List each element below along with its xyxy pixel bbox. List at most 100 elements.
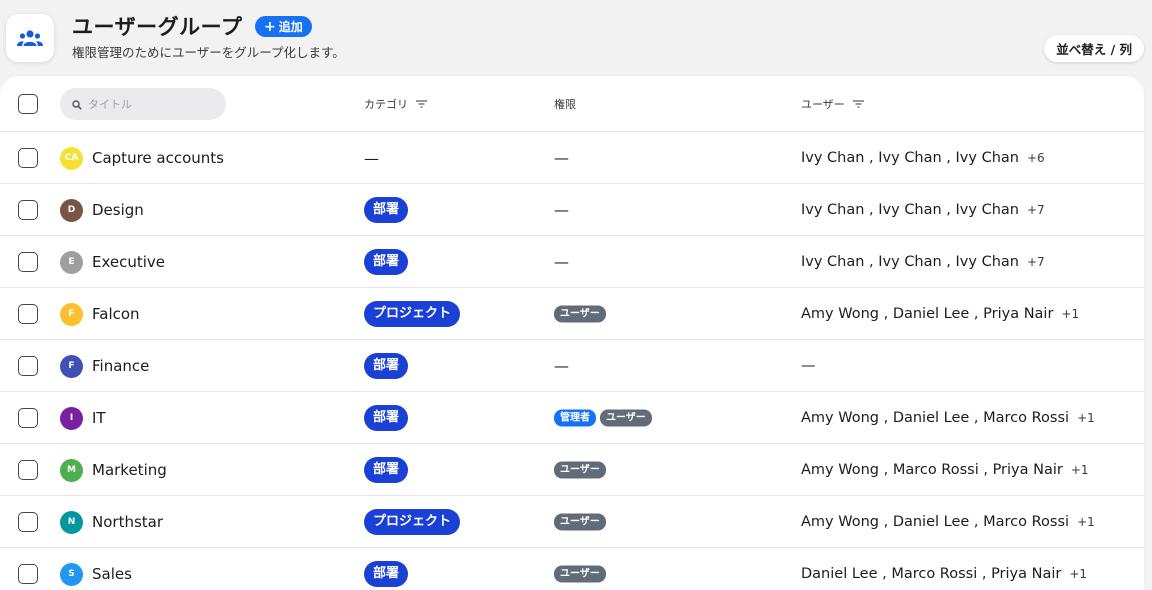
add-button[interactable]: + 追加 (255, 16, 312, 37)
row-checkbox[interactable] (18, 459, 38, 480)
permission-badge: ユーザー (554, 565, 606, 582)
table-row[interactable]: I IT 部署 管理者 ユーザー Amy Wong , Daniel Lee , … (0, 392, 1144, 444)
table-row[interactable]: F Falcon プロジェクト ユーザー Amy Wong , Daniel L… (0, 288, 1144, 340)
users-cell: Ivy Chan , Ivy Chan , Ivy Chan +7 (801, 202, 1045, 218)
users-cell: Amy Wong , Daniel Lee , Priya Nair +1 (801, 306, 1079, 322)
users-list: — (801, 357, 816, 374)
permission-empty: — (554, 148, 569, 167)
plus-icon: + (264, 18, 276, 35)
table-row[interactable]: E Executive 部署 — Ivy Chan , Ivy Chan , I… (0, 236, 1144, 288)
row-checkbox[interactable] (18, 251, 38, 272)
users-list: Ivy Chan , Ivy Chan , Ivy Chan (801, 149, 1019, 166)
select-all-checkbox[interactable] (18, 93, 38, 114)
table-row[interactable]: F Finance 部署 — — (0, 340, 1144, 392)
table-header-row: カテゴリ 権限 ユーザー (0, 76, 1144, 132)
avatar: F (60, 354, 83, 378)
category-cell: 部署 (364, 196, 409, 223)
permission-badge: ユーザー (600, 409, 652, 426)
category-badge: プロジェクト (364, 508, 461, 535)
group-name[interactable]: Executive (92, 253, 165, 271)
sort-columns-button[interactable]: 並べ替え / 列 (1044, 35, 1144, 62)
row-checkbox[interactable] (18, 355, 38, 376)
search-input[interactable] (88, 97, 218, 111)
permission-cell: — (554, 201, 569, 219)
avatar: N (60, 510, 83, 534)
category-cell: プロジェクト (364, 300, 461, 327)
users-list: Amy Wong , Marco Rossi , Priya Nair (801, 461, 1063, 478)
users-more-count: +1 (1069, 566, 1088, 581)
permission-empty: — (554, 200, 569, 219)
permission-badge: ユーザー (554, 305, 606, 322)
group-name[interactable]: Capture accounts (92, 149, 224, 167)
category-cell: 部署 (364, 456, 409, 483)
column-header-permission[interactable]: 権限 (554, 96, 576, 112)
column-header-users-label: ユーザー (801, 98, 845, 111)
group-name[interactable]: IT (92, 409, 106, 427)
group-name[interactable]: Finance (92, 357, 149, 375)
users-cell: — (801, 358, 816, 374)
avatar: S (60, 562, 83, 586)
category-badge: 部署 (364, 456, 409, 483)
category-empty: — (364, 149, 379, 167)
table-row[interactable]: S Sales 部署 ユーザー Daniel Lee , Marco Rossi… (0, 548, 1144, 590)
group-name[interactable]: Sales (92, 565, 132, 583)
group-name[interactable]: Marketing (92, 461, 167, 479)
table-row[interactable]: M Marketing 部署 ユーザー Amy Wong , Marco Ros… (0, 444, 1144, 496)
category-badge: 部署 (364, 560, 409, 587)
users-cell: Ivy Chan , Ivy Chan , Ivy Chan +6 (801, 150, 1045, 166)
category-badge: 部署 (364, 404, 409, 431)
category-badge: 部署 (364, 196, 409, 223)
row-checkbox[interactable] (18, 147, 38, 168)
users-cell: Amy Wong , Daniel Lee , Marco Rossi +1 (801, 410, 1095, 426)
users-list: Amy Wong , Daniel Lee , Marco Rossi (801, 409, 1070, 426)
table-row[interactable]: D Design 部署 — Ivy Chan , Ivy Chan , Ivy … (0, 184, 1144, 236)
users-more-count: +1 (1077, 514, 1095, 529)
permission-cell: ユーザー (554, 565, 606, 582)
filter-icon[interactable] (416, 100, 427, 108)
user-group-table: カテゴリ 権限 ユーザー CA Capture accounts — — Ivy… (0, 76, 1144, 590)
row-checkbox[interactable] (18, 407, 38, 428)
avatar: E (60, 250, 83, 274)
permission-cell: — (554, 149, 569, 167)
column-header-category-label: カテゴリ (364, 98, 408, 111)
permission-badge: ユーザー (554, 461, 606, 478)
row-checkbox[interactable] (18, 511, 38, 532)
permission-empty: — (554, 252, 569, 271)
group-name[interactable]: Falcon (92, 305, 140, 323)
permission-empty: — (554, 356, 569, 375)
category-badge: プロジェクト (364, 300, 461, 327)
row-checkbox[interactable] (18, 199, 38, 220)
page-subtitle: 権限管理のためにユーザーをグループ化します。 (72, 45, 345, 60)
avatar: D (60, 198, 83, 222)
users-cell: Amy Wong , Daniel Lee , Marco Rossi +1 (801, 514, 1095, 530)
table-row[interactable]: N Northstar プロジェクト ユーザー Amy Wong , Danie… (0, 496, 1144, 548)
avatar: CA (60, 146, 83, 170)
title-search[interactable] (60, 88, 226, 120)
column-header-users[interactable]: ユーザー (801, 96, 864, 112)
avatar: F (60, 302, 83, 326)
group-name[interactable]: Design (92, 201, 144, 219)
avatar: I (60, 406, 83, 430)
page-title: ユーザーグループ (72, 15, 243, 39)
category-cell: 部署 (364, 404, 409, 431)
category-cell: 部署 (364, 248, 409, 275)
category-cell: 部署 (364, 352, 409, 379)
column-header-category[interactable]: カテゴリ (364, 96, 427, 112)
users-more-count: +1 (1077, 410, 1095, 425)
search-icon (72, 95, 82, 114)
permission-badge: ユーザー (554, 513, 606, 530)
users-more-count: +7 (1026, 254, 1045, 269)
users-more-count: +1 (1061, 306, 1080, 321)
category-cell: プロジェクト (364, 508, 461, 535)
add-button-label: 追加 (278, 20, 303, 34)
row-checkbox[interactable] (18, 563, 38, 584)
category-badge: 部署 (364, 352, 409, 379)
users-more-count: +7 (1026, 202, 1045, 217)
users-cell: Amy Wong , Marco Rossi , Priya Nair +1 (801, 462, 1089, 478)
users-cell: Ivy Chan , Ivy Chan , Ivy Chan +7 (801, 254, 1045, 270)
group-name[interactable]: Northstar (92, 513, 163, 531)
table-row[interactable]: CA Capture accounts — — Ivy Chan , Ivy C… (0, 132, 1144, 184)
filter-icon[interactable] (852, 100, 864, 108)
permission-cell: 管理者 ユーザー (554, 409, 652, 426)
row-checkbox[interactable] (18, 303, 38, 324)
